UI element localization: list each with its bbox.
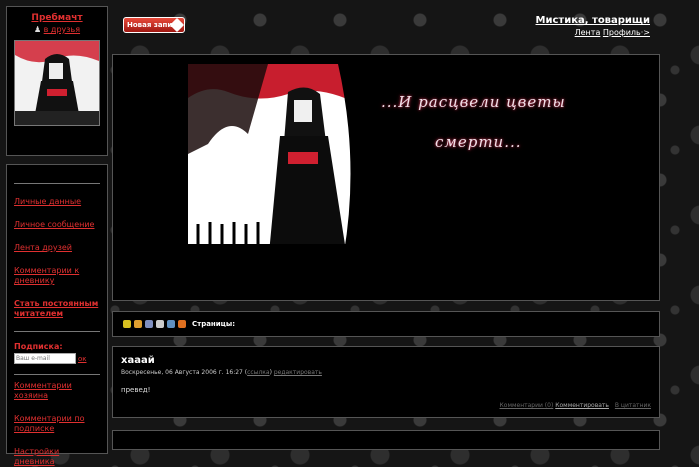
avatar[interactable] — [14, 40, 100, 126]
subscribe-title: Подписка: — [14, 342, 63, 351]
comments-count-link[interactable]: Комментарии (0) — [500, 402, 554, 409]
add-friend-icon: ♟ — [33, 25, 42, 34]
subscribe-ok-button[interactable]: ок — [78, 355, 87, 363]
print-icon[interactable] — [156, 320, 164, 328]
comment-link[interactable]: Комментировать — [555, 402, 609, 409]
menu-divider — [14, 374, 100, 375]
add-friend-link[interactable]: в друзья — [44, 25, 80, 34]
menu-subscription-comments[interactable]: Комментарии по подписке — [14, 414, 100, 434]
email-input[interactable] — [14, 353, 76, 364]
post-body: превед! — [121, 386, 151, 394]
pages-label: Страницы: — [192, 320, 235, 328]
profile-link[interactable]: Профиль·> — [603, 28, 650, 37]
star-icon[interactable] — [134, 320, 142, 328]
post-toolbar: Страницы: — [112, 311, 660, 337]
post-title[interactable]: хааай — [121, 355, 651, 366]
header-links: Лента Профиль·> — [575, 28, 650, 37]
banner-text-line1: ...И расцвели цветы — [381, 93, 566, 111]
banner-image — [188, 64, 358, 283]
quote-link[interactable]: В цитатник — [615, 402, 651, 409]
diary-banner: ...И расцвели цветы смерти... — [112, 54, 660, 301]
avatar-image — [15, 41, 99, 125]
menu-diary-comments[interactable]: Комментарии к дневнику — [14, 266, 100, 286]
post-link[interactable]: ссылка — [247, 369, 269, 376]
next-post-panel — [112, 430, 660, 450]
edit-post-link[interactable]: редактировать — [274, 369, 322, 376]
feed-link[interactable]: Лента — [575, 28, 601, 37]
smile-icon[interactable] — [123, 320, 131, 328]
menu-private-message[interactable]: Личное сообщение — [14, 220, 100, 230]
post-entry: хааай Воскресенье, 06 Августа 2006 г. 16… — [112, 346, 660, 418]
rss-icon[interactable] — [178, 320, 186, 328]
profile-username[interactable]: Пребмачт — [7, 13, 107, 23]
menu-friends-feed[interactable]: Лента друзей — [14, 243, 100, 253]
banner-text-line2: смерти... — [435, 133, 522, 151]
banner-illustration — [188, 64, 358, 283]
subscribe-row: ок — [14, 353, 100, 364]
menu-diary-settings[interactable]: Настройки дневника — [14, 447, 100, 467]
menu-owner-comments[interactable]: Комментарии хозяина — [14, 381, 100, 401]
doc-icon[interactable] — [167, 320, 175, 328]
profile-panel: Пребмачт ♟ в друзья — [6, 6, 108, 156]
menu-personal-data[interactable]: Личные данные — [14, 197, 100, 207]
menu-divider — [14, 331, 100, 332]
sidebar-menu: Личные данные Личное сообщение Лента дру… — [6, 164, 108, 466]
add-friend-row: ♟ в друзья — [7, 25, 107, 34]
post-footer: Комментарии (0) Комментировать В цитатни… — [500, 402, 651, 409]
post-date: Воскресенье, 06 Августа 2006 г. 16:27 — [121, 369, 243, 376]
new-post-button[interactable]: Новая запись — [123, 17, 185, 33]
menu-become-reader[interactable]: Стать постоянным читателем — [14, 299, 100, 319]
post-meta: Воскресенье, 06 Августа 2006 г. 16:27 (с… — [121, 369, 322, 376]
diary-title[interactable]: Мистика, товарищи — [536, 15, 650, 26]
menu-divider — [14, 183, 100, 184]
mobile-icon[interactable] — [145, 320, 153, 328]
